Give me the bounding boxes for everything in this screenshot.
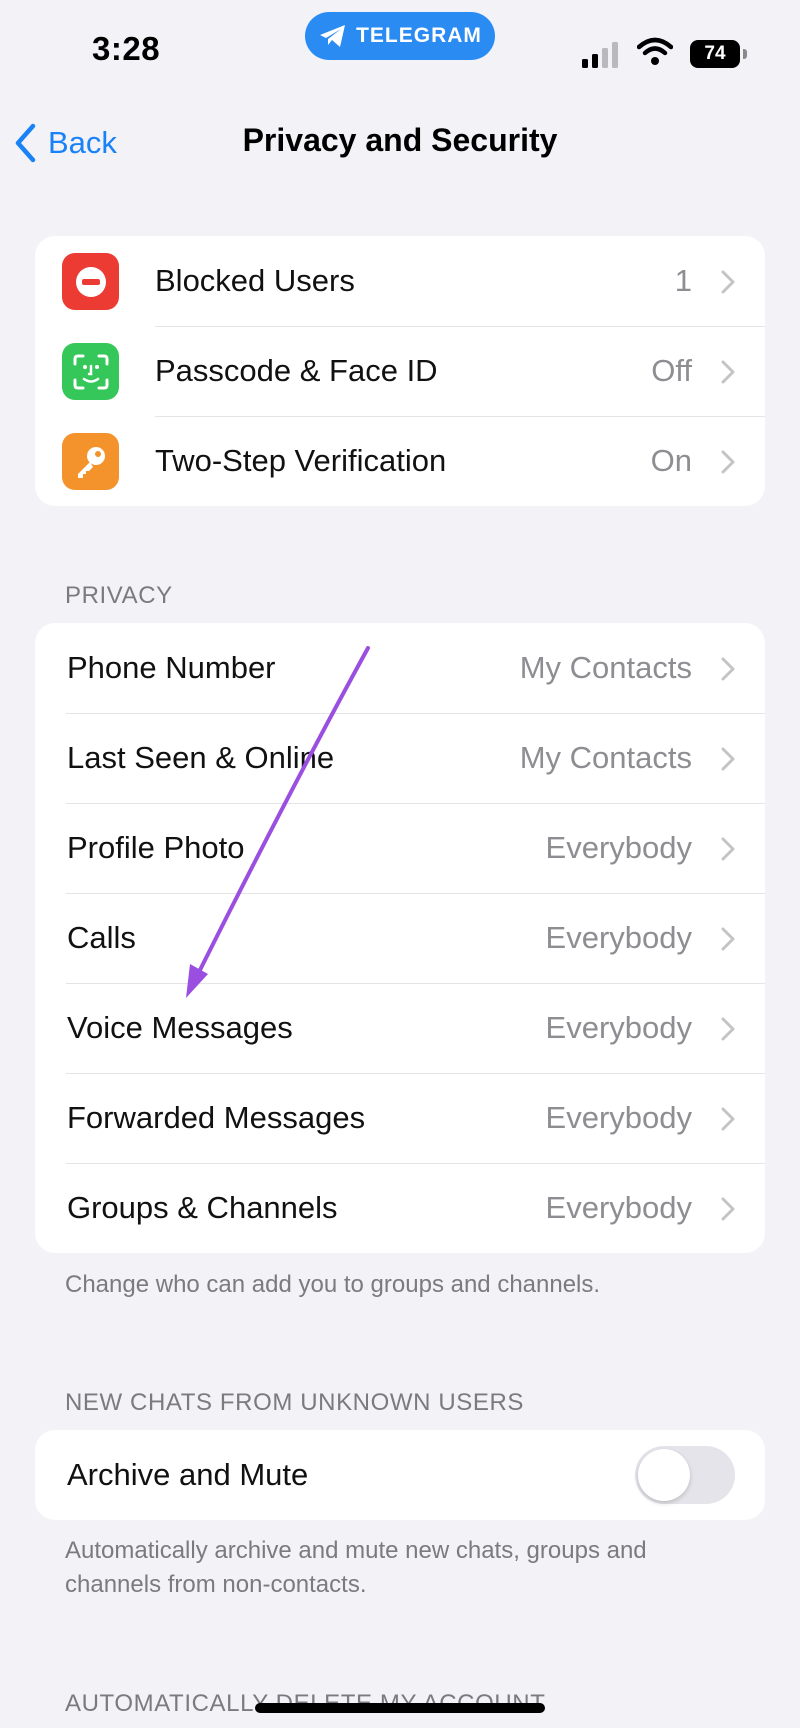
row-label: Voice Messages: [67, 1010, 293, 1045]
blocked-users-row[interactable]: Blocked Users 1: [35, 236, 765, 326]
row-label: Last Seen & Online: [67, 740, 335, 775]
wifi-icon: [637, 37, 673, 65]
row-value: Everybody: [545, 830, 692, 865]
row-label: Calls: [67, 920, 136, 955]
row-label: Blocked Users: [155, 263, 355, 298]
passcode-face-id-row[interactable]: Passcode & Face ID Off: [35, 326, 765, 416]
chevron-right-icon: [721, 360, 735, 384]
battery-level: 74: [690, 40, 740, 68]
cellular-signal-icon: [582, 42, 618, 68]
last-seen-online-row[interactable]: Last Seen & Online My Contacts: [35, 713, 765, 803]
security-group: Blocked Users 1 Passcode & Face ID Off T…: [35, 236, 765, 506]
forwarded-messages-row[interactable]: Forwarded Messages Everybody: [35, 1073, 765, 1163]
row-label: Groups & Channels: [67, 1190, 338, 1225]
chevron-right-icon: [721, 1017, 735, 1041]
home-indicator[interactable]: [255, 1703, 545, 1713]
chevron-right-icon: [721, 927, 735, 951]
privacy-footnote: Change who can add you to groups and cha…: [65, 1271, 601, 1298]
new-chats-footnote: Automatically archive and mute new chats…: [65, 1537, 647, 1598]
chevron-right-icon: [721, 1107, 735, 1131]
row-label: Phone Number: [67, 650, 276, 685]
chevron-right-icon: [721, 1197, 735, 1221]
blocked-icon: [62, 253, 119, 310]
row-value: My Contacts: [519, 740, 692, 775]
row-label: Profile Photo: [67, 830, 245, 865]
row-label: Archive and Mute: [67, 1457, 309, 1492]
voice-messages-row[interactable]: Voice Messages Everybody: [35, 983, 765, 1073]
row-value: Everybody: [545, 920, 692, 955]
privacy-group: Phone Number My Contacts Last Seen & Onl…: [35, 623, 765, 1253]
page-title: Privacy and Security: [242, 122, 558, 158]
calls-row[interactable]: Calls Everybody: [35, 893, 765, 983]
new-chats-group: Archive and Mute: [35, 1430, 765, 1520]
row-value: My Contacts: [519, 650, 692, 685]
chevron-left-icon: [15, 123, 36, 163]
row-value: Everybody: [545, 1190, 692, 1225]
row-value: Off: [651, 353, 692, 388]
app-pill-label: TELEGRAM: [356, 24, 482, 47]
battery-cap: [743, 49, 747, 59]
new-chats-section-header: NEW CHATS FROM UNKNOWN USERS: [65, 1389, 525, 1416]
chevron-right-icon: [721, 837, 735, 861]
row-value: Everybody: [545, 1100, 692, 1135]
two-step-verification-row[interactable]: Two-Step Verification On: [35, 416, 765, 506]
toggle-knob: [638, 1449, 690, 1501]
archive-and-mute-row: Archive and Mute: [35, 1430, 765, 1520]
telegram-pill[interactable]: TELEGRAM: [305, 12, 495, 60]
row-value: 1: [674, 263, 692, 298]
row-label: Passcode & Face ID: [155, 353, 438, 388]
privacy-section-header: PRIVACY: [65, 582, 173, 609]
chevron-right-icon: [721, 450, 735, 474]
back-button[interactable]: Back: [14, 118, 117, 168]
key-icon: [62, 433, 119, 490]
battery-indicator: 74: [690, 40, 748, 68]
groups-channels-row[interactable]: Groups & Channels Everybody: [35, 1163, 765, 1253]
row-value: Everybody: [545, 1010, 692, 1045]
screen: 3:28 TELEGRAM 74 Back Privacy and Securi…: [0, 0, 800, 1728]
chevron-right-icon: [721, 657, 735, 681]
telegram-icon: [320, 25, 346, 47]
chevron-right-icon: [721, 747, 735, 771]
profile-photo-row[interactable]: Profile Photo Everybody: [35, 803, 765, 893]
chevron-right-icon: [721, 270, 735, 294]
row-value: On: [650, 443, 692, 478]
row-label: Forwarded Messages: [67, 1100, 366, 1135]
status-time: 3:28: [92, 30, 161, 67]
back-label: Back: [48, 125, 117, 160]
face-id-icon: [62, 343, 119, 400]
phone-number-row[interactable]: Phone Number My Contacts: [35, 623, 765, 713]
row-label: Two-Step Verification: [155, 443, 447, 478]
archive-mute-toggle[interactable]: [635, 1446, 735, 1504]
